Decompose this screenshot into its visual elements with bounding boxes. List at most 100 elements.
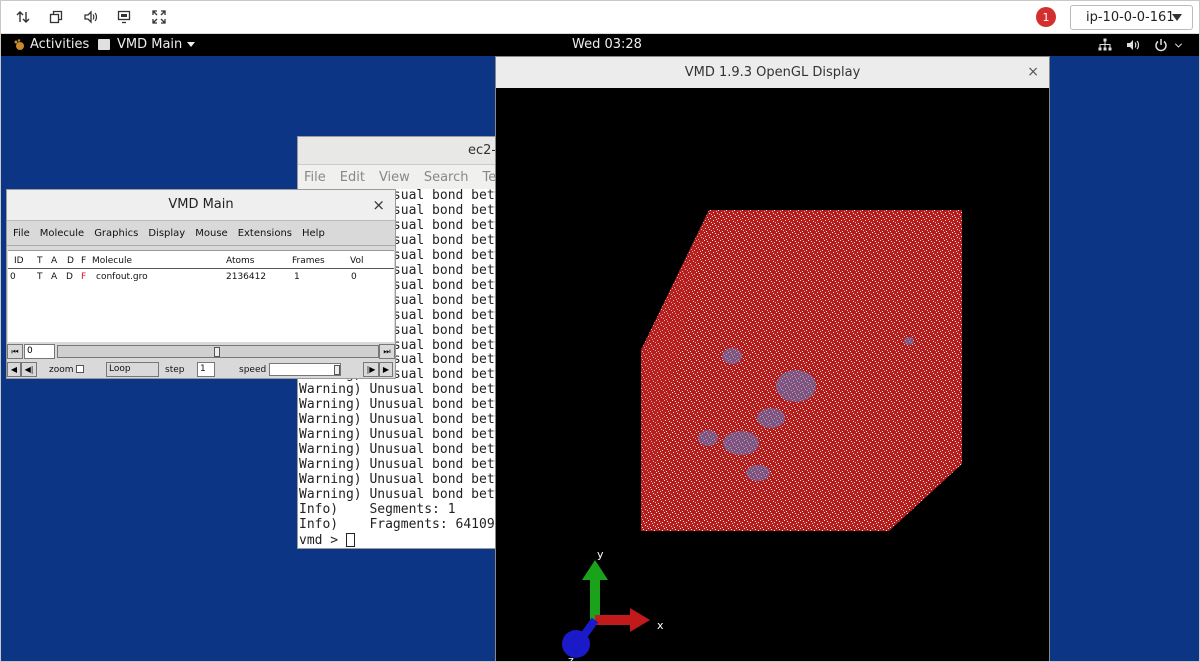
cell-atoms: 2136412 (226, 272, 267, 282)
step-back-icon[interactable]: ◀| (21, 362, 37, 377)
loop-mode-select[interactable]: Loop (106, 362, 159, 377)
menu-graphics[interactable]: Graphics (94, 228, 138, 239)
host-label: ip-10-0-0-161 (1086, 10, 1175, 25)
terminal-line: Warning) Unusual bond betwe (299, 442, 506, 458)
col-vol: Vol (350, 256, 364, 266)
axes-indicator: y x z (562, 548, 664, 661)
system-tray[interactable] (1084, 38, 1183, 52)
zoom-checkbox[interactable] (76, 365, 84, 373)
play-forward-icon[interactable]: ▶ (379, 362, 393, 377)
close-icon[interactable]: × (1027, 57, 1039, 88)
sort-arrows-icon[interactable] (13, 8, 33, 26)
menu-file[interactable]: File (304, 170, 326, 185)
activities-label: Activities (30, 37, 90, 52)
chevron-down-icon (1172, 14, 1182, 21)
menu-edit[interactable]: Edit (340, 170, 365, 185)
col-t: T (37, 256, 43, 266)
cell-vol: 0 (351, 272, 357, 282)
frame-slider[interactable] (57, 345, 379, 358)
slider-thumb[interactable] (334, 365, 340, 375)
speed-label: speed (239, 365, 267, 375)
terminal-line: Info) Segments: 1 (299, 502, 456, 518)
display-titlebar[interactable]: VMD 1.9.3 OpenGL Display × (496, 57, 1049, 88)
prompt-text: vmd > (299, 532, 346, 548)
last-frame-icon[interactable]: ⏭ (379, 344, 395, 359)
menu-view[interactable]: View (379, 170, 410, 185)
vmd-opengl-display-window[interactable]: VMD 1.9.3 OpenGL Display × y x z (495, 56, 1050, 662)
clock[interactable]: Wed 03:28 (572, 37, 642, 52)
volume-icon (1126, 38, 1140, 52)
solute-blob (722, 348, 742, 364)
vmd-main-window[interactable]: VMD Main × File Molecule Graphics Displa… (6, 189, 396, 379)
molecule-render-canvas[interactable]: y x z (496, 88, 1049, 662)
app-icon (98, 39, 110, 50)
volume-icon[interactable] (80, 8, 100, 26)
menu-display[interactable]: Display (148, 228, 185, 239)
terminal-line: Warning) Unusual bond betwe (299, 487, 506, 503)
cell-d[interactable]: D (66, 272, 73, 282)
text-cursor (345, 532, 355, 547)
cell-molecule: confout.gro (96, 272, 148, 282)
x-axis-arrowhead (630, 608, 650, 632)
zoom-label: zoom (49, 365, 74, 375)
app-menu-label: VMD Main (117, 37, 183, 52)
x-axis-label: x (657, 619, 664, 632)
vmd-main-titlebar[interactable]: VMD Main × (7, 190, 395, 220)
water-box (641, 210, 962, 531)
col-frames: Frames (292, 256, 325, 266)
display-icon[interactable] (114, 8, 134, 26)
table-row[interactable]: 0 T A D F confout.gro 2136412 1 0 (8, 269, 394, 285)
terminal-line: Warning) Unusual bond betwe (299, 382, 506, 398)
slider-thumb[interactable] (214, 347, 220, 357)
cell-a[interactable]: A (51, 272, 57, 282)
frame-controls: ⏮ 0 ⏭ (7, 344, 395, 360)
col-a: A (51, 256, 58, 266)
menu-help[interactable]: Help (302, 228, 325, 239)
cell-f[interactable]: F (81, 272, 86, 282)
cell-id: 0 (10, 272, 16, 282)
cell-t[interactable]: T (37, 272, 43, 282)
col-atoms: Atoms (226, 256, 255, 266)
step-forward-icon[interactable]: |▶ (363, 362, 379, 377)
solute-blob (746, 465, 770, 481)
fullscreen-icon[interactable] (149, 8, 169, 26)
frame-entry[interactable]: 0 (24, 344, 55, 359)
playback-controls: ◀ ◀| zoom Loop step 1 speed |▶ ▶ (7, 361, 395, 378)
loop-mode-value: Loop (109, 364, 131, 374)
first-frame-icon[interactable]: ⏮ (7, 344, 23, 359)
terminal-line: Warning) Unusual bond betwe (299, 427, 506, 443)
col-molecule: Molecule (92, 256, 132, 266)
col-f: F (81, 256, 87, 266)
close-icon[interactable]: × (372, 190, 385, 220)
menu-search[interactable]: Search (424, 170, 469, 185)
screen: 1 ip-10-0-0-161 Activities VMD Main Wed … (0, 0, 1200, 662)
host-select[interactable]: ip-10-0-0-161 (1070, 5, 1193, 30)
power-icon (1154, 38, 1168, 52)
network-icon (1098, 38, 1112, 52)
speed-slider[interactable] (269, 363, 341, 376)
terminal-line: Warning) Unusual bond betwe (299, 412, 506, 428)
col-d: D (67, 256, 74, 266)
app-menu[interactable]: VMD Main (98, 37, 196, 52)
window-title: VMD 1.9.3 OpenGL Display (684, 65, 861, 80)
terminal-line: Warning) Unusual bond betwe (299, 397, 506, 413)
menu-file[interactable]: File (13, 228, 30, 239)
x-axis-shaft (595, 615, 633, 625)
step-label: step (165, 365, 185, 375)
terminal-menubar: File Edit View Search Termina (298, 165, 506, 189)
solute-blob (776, 370, 816, 402)
menu-mouse[interactable]: Mouse (195, 228, 227, 239)
menu-molecule[interactable]: Molecule (40, 228, 84, 239)
step-entry[interactable]: 1 (197, 362, 215, 377)
table-header: ID T A D F Molecule Atoms Frames Vol (8, 253, 394, 269)
terminal-prompt[interactable]: vmd > (299, 532, 506, 549)
terminal-title[interactable]: ec2-u (298, 137, 506, 165)
notification-badge[interactable]: 1 (1036, 7, 1056, 27)
cell-frames: 1 (294, 272, 300, 282)
menu-extensions[interactable]: Extensions (238, 228, 292, 239)
terminal-line: Warning) Unusual bond betwe (299, 457, 506, 473)
copy-icon[interactable] (46, 8, 66, 26)
viewer-toolbar: 1 ip-10-0-0-161 (1, 1, 1199, 34)
activities-button[interactable]: Activities (13, 37, 89, 52)
play-reverse-icon[interactable]: ◀ (7, 362, 21, 377)
